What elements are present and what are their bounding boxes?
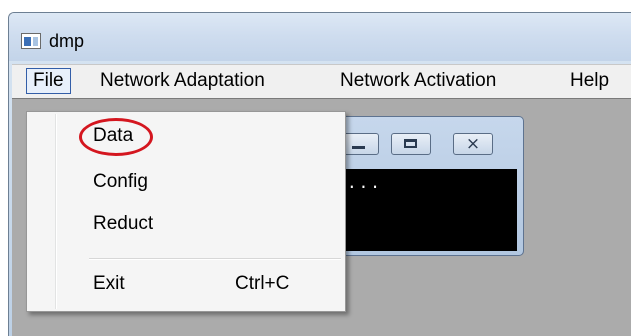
menu-separator — [89, 258, 341, 260]
maximize-button[interactable] — [391, 133, 431, 155]
menu-network-adaptation[interactable]: Network Adaptation — [94, 68, 271, 94]
close-icon: ⨯ — [465, 134, 481, 154]
title-bar[interactable]: dmp — [9, 13, 631, 61]
app-icon[interactable] — [21, 33, 41, 49]
maximize-icon — [404, 139, 417, 148]
menu-bar: File Network Adaptation Network Activati… — [12, 64, 631, 98]
exit-shortcut: Ctrl+C — [235, 273, 290, 294]
menu-network-activation[interactable]: Network Activation — [334, 68, 502, 94]
file-menu-dropdown: Data Config Reduct Exit Ctrl+C — [26, 111, 346, 312]
console-output: ... — [317, 169, 517, 251]
menu-item-reduct[interactable]: Reduct — [93, 212, 153, 236]
menu-help[interactable]: Help — [564, 68, 615, 94]
menu-item-config[interactable]: Config — [93, 170, 148, 194]
menu-item-data[interactable]: Data — [93, 124, 133, 148]
minimize-icon — [352, 146, 365, 149]
menu-item-exit[interactable]: Exit — [93, 272, 125, 296]
window-title: dmp — [49, 31, 85, 51]
console-text: ... — [347, 173, 382, 192]
menu-file[interactable]: File — [26, 68, 71, 94]
close-button[interactable]: ⨯ — [453, 133, 493, 155]
menu-gutter — [55, 114, 57, 309]
